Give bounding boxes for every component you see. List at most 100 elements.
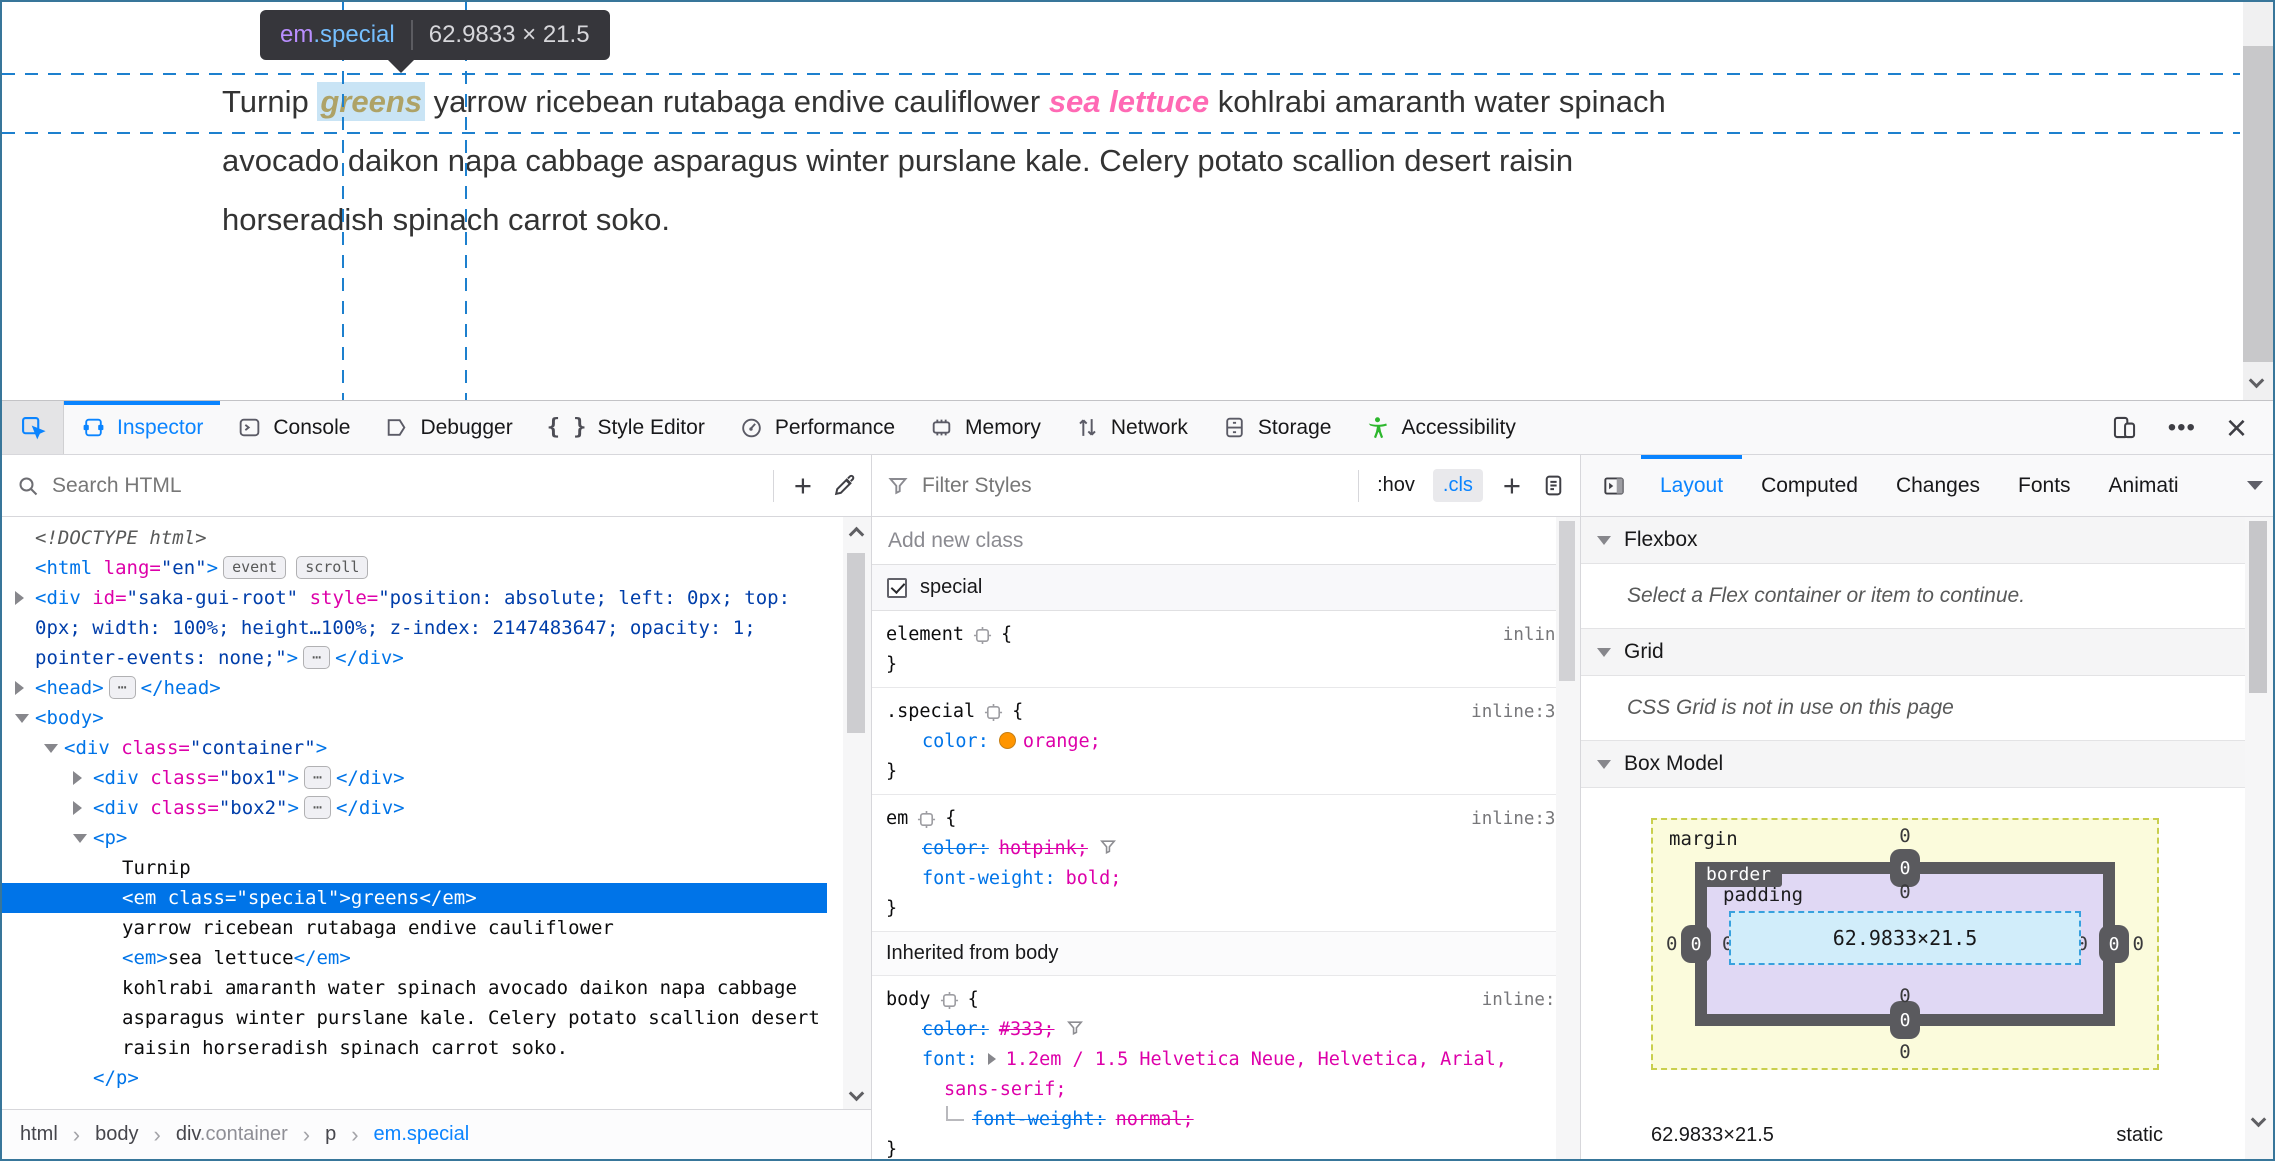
tab-fonts[interactable]: Fonts xyxy=(1999,455,2090,516)
tab-storage[interactable]: Storage xyxy=(1205,401,1349,454)
meatball-menu-icon[interactable]: ••• xyxy=(2168,414,2196,442)
padding-top-value[interactable]: 0 xyxy=(1899,881,1910,903)
ellipsis-badge[interactable]: ⋯ xyxy=(303,646,331,669)
tree-node-p-close[interactable]: </p> xyxy=(2,1063,827,1093)
tab-changes[interactable]: Changes xyxy=(1877,455,1999,516)
tree-node-html[interactable]: <html lang="en"> event scroll xyxy=(2,553,827,583)
highlight-selector-icon[interactable] xyxy=(973,626,992,645)
add-class-input[interactable] xyxy=(888,528,1564,553)
tree-node-body[interactable]: <body> xyxy=(2,703,827,733)
box-model-content[interactable]: 62.9833×21.5 xyxy=(1729,911,2081,966)
breadcrumb-html[interactable]: html xyxy=(20,1123,58,1146)
declaration-color-hotpink-overridden[interactable]: color: hotpink; xyxy=(886,834,1566,864)
margin-right-value[interactable]: 0 xyxy=(2133,933,2144,955)
expand-shorthand-icon[interactable] xyxy=(987,1053,1002,1065)
declaration-font-shorthand[interactable]: font: 1.2em / 1.5 Helvetica Neue, Helveti… xyxy=(886,1045,1566,1075)
margin-bottom-value[interactable]: 0 xyxy=(1899,1041,1910,1063)
twisty-icon[interactable] xyxy=(73,771,82,785)
flexbox-section-header[interactable]: Flexbox xyxy=(1581,517,2273,564)
declaration-font-weight-bold[interactable]: font-weight: bold; xyxy=(886,864,1566,894)
rule-source-link[interactable]: inline:37 xyxy=(1471,804,1566,834)
toggle-class-panel-button[interactable]: .cls xyxy=(1432,469,1483,502)
twisty-icon[interactable] xyxy=(15,714,29,723)
tab-inspector[interactable]: Inspector xyxy=(64,401,221,454)
highlight-selector-icon[interactable] xyxy=(917,810,936,829)
box-model-section-header[interactable]: Box Model xyxy=(1581,741,2273,788)
tab-network[interactable]: Network xyxy=(1058,401,1205,454)
margin-left-value[interactable]: 0 xyxy=(1666,933,1677,955)
tab-performance[interactable]: Performance xyxy=(722,401,912,454)
tree-node-box1[interactable]: <div class="box1"> ⋯ </div> xyxy=(2,763,827,793)
tab-debugger[interactable]: Debugger xyxy=(367,401,529,454)
tab-layout[interactable]: Layout xyxy=(1641,455,1743,516)
scroll-down-icon[interactable] xyxy=(2248,372,2265,389)
tree-node-container[interactable]: <div class="container"> xyxy=(2,733,827,763)
twisty-icon[interactable] xyxy=(44,744,58,753)
tab-computed[interactable]: Computed xyxy=(1742,455,1877,516)
declaration-font-weight-normal-overridden[interactable]: font-weight: normal; xyxy=(886,1105,1566,1135)
tree-node-box2[interactable]: <div class="box2"> ⋯ </div> xyxy=(2,793,827,823)
declaration-color-333-overridden[interactable]: color: #333; xyxy=(886,1015,1566,1045)
border-right-value[interactable]: 0 xyxy=(2099,925,2129,963)
overridden-filter-icon[interactable] xyxy=(1098,837,1118,857)
scroll-badge[interactable]: scroll xyxy=(296,556,369,579)
stylesheet-icon[interactable] xyxy=(1541,473,1566,498)
twisty-icon[interactable] xyxy=(15,591,24,605)
layout-scrollbar-thumb[interactable] xyxy=(2249,521,2267,693)
event-badge[interactable]: event xyxy=(223,556,287,579)
all-tabs-menu-button[interactable] xyxy=(2237,455,2273,516)
rule-source-link[interactable]: inline:33 xyxy=(1471,697,1566,727)
pick-element-button[interactable] xyxy=(2,401,64,454)
breadcrumb-body[interactable]: body xyxy=(95,1123,138,1146)
ellipsis-badge[interactable]: ⋯ xyxy=(303,766,331,789)
scroll-down-icon[interactable] xyxy=(2250,1111,2267,1128)
tree-text-node[interactable]: yarrow ricebean rutabaga endive cauliflo… xyxy=(2,913,827,943)
tree-node-saka-gui-root[interactable]: <div id="saka-gui-root" style="position:… xyxy=(2,583,827,673)
eyedropper-icon[interactable] xyxy=(832,473,857,498)
filter-styles-input[interactable] xyxy=(922,473,1347,498)
overridden-filter-icon[interactable] xyxy=(1065,1018,1085,1038)
tab-console[interactable]: Console xyxy=(220,401,367,454)
tab-style-editor[interactable]: { } Style Editor xyxy=(530,401,722,454)
box-model-margin[interactable]: margin 0 0 0 0 border 0 0 0 0 padding 0 xyxy=(1651,818,2159,1070)
highlight-selector-icon[interactable] xyxy=(940,991,959,1010)
tab-accessibility[interactable]: Accessibility xyxy=(1348,401,1532,454)
responsive-design-icon[interactable] xyxy=(2111,414,2138,441)
declaration-color-orange[interactable]: color: orange; xyxy=(886,727,1566,757)
breadcrumb-em-special[interactable]: em.special xyxy=(374,1123,470,1146)
margin-top-value[interactable]: 0 xyxy=(1899,825,1910,847)
tree-node-em-special-selected[interactable]: <em class="special">greens</em> xyxy=(2,883,827,913)
tree-node-doctype[interactable]: <!DOCTYPE html> xyxy=(2,523,827,553)
rule-source-link[interactable]: inline:2 xyxy=(1482,985,1566,1015)
color-swatch-orange[interactable] xyxy=(998,732,1016,749)
scroll-down-icon[interactable] xyxy=(848,1085,865,1102)
breadcrumb-div-container[interactable]: div.container xyxy=(176,1123,288,1146)
close-devtools-icon[interactable]: × xyxy=(2226,409,2247,446)
search-html-input[interactable] xyxy=(52,473,761,498)
styles-scrollbar-thumb[interactable] xyxy=(1559,521,1575,681)
tab-animations[interactable]: Animati xyxy=(2090,455,2198,516)
grid-section-header[interactable]: Grid xyxy=(1581,629,2273,676)
padding-bottom-value[interactable]: 0 xyxy=(1899,985,1910,1007)
class-checkbox-checked[interactable] xyxy=(887,577,907,598)
breadcrumb-p[interactable]: p xyxy=(325,1123,336,1146)
twisty-icon[interactable] xyxy=(73,801,82,815)
tree-node-head[interactable]: <head> ⋯ </head> xyxy=(2,673,827,703)
layout-scrollbar[interactable] xyxy=(2245,517,2273,1159)
tree-node-em[interactable]: <em>sea lettuce</em> xyxy=(2,943,827,973)
highlight-selector-icon[interactable] xyxy=(984,703,1003,722)
toggle-pseudo-class-button[interactable]: :hov xyxy=(1371,470,1421,501)
box-model-border[interactable]: border 0 0 0 0 padding 0 0 0 0 62.9833×2… xyxy=(1681,849,2129,1039)
tree-text-node[interactable]: Turnip xyxy=(2,853,827,883)
tree-scrollbar[interactable] xyxy=(843,517,871,1109)
sidebar-toggle-icon[interactable] xyxy=(1601,473,1627,499)
scroll-up-icon[interactable] xyxy=(848,526,865,543)
ellipsis-badge[interactable]: ⋯ xyxy=(108,676,136,699)
twisty-icon[interactable] xyxy=(15,681,24,695)
twisty-icon[interactable] xyxy=(73,834,87,843)
page-scrollbar-thumb[interactable] xyxy=(2243,46,2273,362)
styles-scrollbar[interactable] xyxy=(1556,517,1580,1159)
tab-memory[interactable]: Memory xyxy=(912,401,1058,454)
page-scrollbar[interactable] xyxy=(2243,2,2273,400)
ellipsis-badge[interactable]: ⋯ xyxy=(303,796,331,819)
